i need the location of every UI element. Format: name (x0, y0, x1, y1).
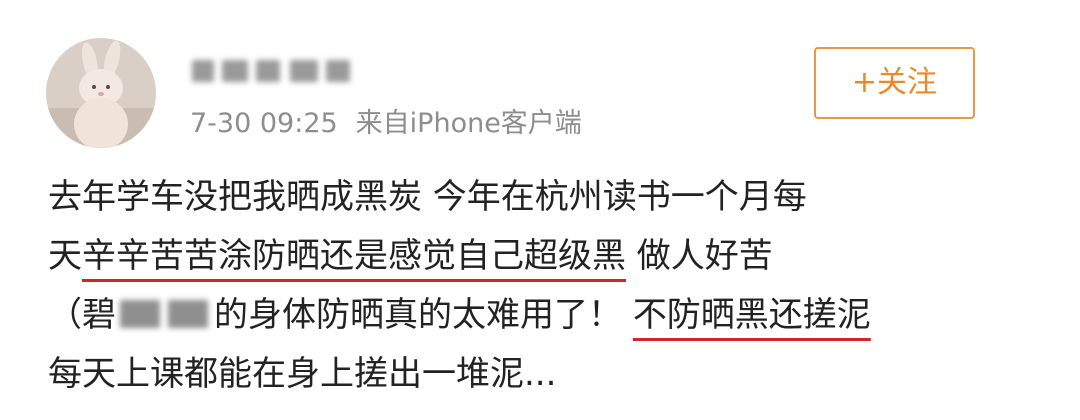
bunny-plush-avatar-icon (46, 38, 156, 148)
post-source: 来自iPhone客户端 (355, 108, 582, 139)
content-line-3: （碧 的身体防晒真的太难用了！ 不防晒黑还搓泥 (48, 286, 1048, 345)
content-text: 天 (48, 236, 82, 276)
highlighted-text: 辛辛苦苦涂防晒还是感觉自己超级黑 (82, 236, 626, 276)
follow-button[interactable]: +关注 (814, 47, 975, 119)
post-meta: 7-30 09:25 来自iPhone客户端 (190, 104, 582, 144)
post-content: 去年学车没把我晒成黑炭 今年在杭州读书一个月每 天辛辛苦苦涂防晒还是感觉自己超级… (48, 168, 1048, 404)
content-text: 的身体防晒真的太难用了！ (214, 295, 633, 335)
content-text: 做人好苦 (626, 236, 773, 276)
content-line-4: 每天上课都能在身上搓出一堆泥... (48, 354, 557, 394)
avatar[interactable] (46, 38, 156, 148)
highlighted-text: 不防晒黑还搓泥 (632, 295, 871, 335)
content-line-1: 去年学车没把我晒成黑炭 今年在杭州读书一个月每 (48, 177, 807, 217)
post-timestamp: 7-30 09:25 (190, 108, 338, 139)
content-line-2: 天辛辛苦苦涂防晒还是感觉自己超级黑 做人好苦 (48, 227, 1048, 286)
content-text: （碧 (48, 295, 116, 335)
username-redacted[interactable] (192, 56, 356, 86)
mention-redacted[interactable] (116, 296, 214, 332)
